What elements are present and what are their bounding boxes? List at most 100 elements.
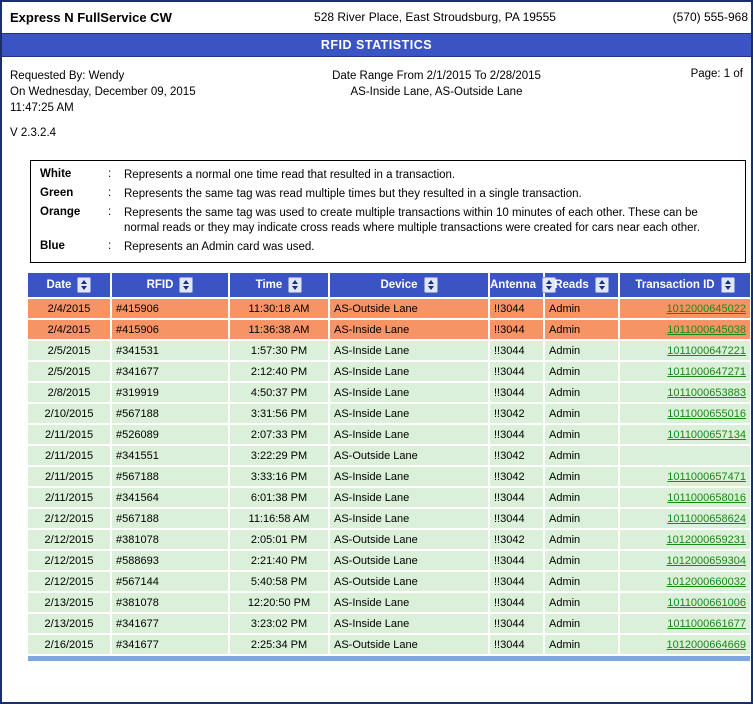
cell-antenna: !!3044 — [489, 424, 544, 445]
transaction-link[interactable]: 1011000661006 — [667, 597, 746, 609]
transaction-link[interactable]: 1012000659231 — [666, 534, 746, 546]
table-row: 2/11/2015#3415646:01:38 PMAS-Inside Lane… — [27, 487, 751, 508]
sort-up-arrow — [428, 280, 434, 284]
sort-up-arrow — [292, 280, 298, 284]
cell-time: 1:57:30 PM — [229, 340, 329, 361]
cell-date: 2/16/2015 — [27, 634, 111, 655]
transaction-link[interactable]: 1011000657471 — [667, 471, 746, 483]
cell-date: 2/11/2015 — [27, 466, 111, 487]
cell-reads: Admin — [544, 550, 619, 571]
transaction-link[interactable]: 1012000659304 — [666, 555, 746, 567]
legend-colon: : — [108, 187, 124, 202]
cell-transaction_id: 1011000661677 — [619, 613, 751, 634]
table-row: 2/11/2015#5260892:07:33 PMAS-Inside Lane… — [27, 424, 751, 445]
legend-text: Represents a normal one time read that r… — [124, 168, 736, 183]
table-row: 2/5/2015#3415311:57:30 PMAS-Inside Lane!… — [27, 340, 751, 361]
cell-transaction_id: 1012000659231 — [619, 529, 751, 550]
date-range: Date Range From 2/1/2015 To 2/28/2015 — [245, 68, 628, 84]
column-header-device[interactable]: Device — [329, 272, 489, 298]
table-row: 2/12/2015#56718811:16:58 AMAS-Inside Lan… — [27, 508, 751, 529]
transaction-link[interactable]: 1011000661677 — [667, 618, 746, 630]
cell-transaction_id: 1011000657471 — [619, 466, 751, 487]
cell-transaction_id: 1012000645022 — [619, 298, 751, 319]
cell-transaction_id — [619, 445, 751, 466]
sort-up-arrow — [81, 280, 87, 284]
column-label: Device — [380, 279, 417, 291]
cell-antenna: !!3044 — [489, 487, 544, 508]
column-header-time[interactable]: Time — [229, 272, 329, 298]
transaction-link[interactable]: 1011000657134 — [667, 429, 746, 441]
range-info: Date Range From 2/1/2015 To 2/28/2015 AS… — [245, 68, 628, 116]
cell-device: AS-Inside Lane — [329, 592, 489, 613]
cell-time: 11:36:38 AM — [229, 319, 329, 340]
transaction-link[interactable]: 1011000658016 — [667, 492, 746, 504]
company-name: Express N FullService CW — [10, 10, 240, 25]
cell-device: AS-Inside Lane — [329, 424, 489, 445]
cell-device: AS-Outside Lane — [329, 529, 489, 550]
cell-time: 6:01:38 PM — [229, 487, 329, 508]
cell-rfid: #341677 — [111, 634, 229, 655]
cell-device: AS-Outside Lane — [329, 298, 489, 319]
transaction-link[interactable]: 1011000647271 — [667, 366, 746, 378]
column-label: RFID — [147, 279, 174, 291]
sort-icon[interactable] — [595, 277, 609, 293]
requested-date: On Wednesday, December 09, 2015 — [10, 84, 245, 100]
transaction-link[interactable]: 1012000660032 — [666, 576, 746, 588]
cell-antenna: !!3044 — [489, 319, 544, 340]
cell-reads: Admin — [544, 403, 619, 424]
cell-date: 2/12/2015 — [27, 571, 111, 592]
transaction-link[interactable]: 1011000653883 — [667, 387, 746, 399]
cell-time: 12:20:50 PM — [229, 592, 329, 613]
requested-by: Requested By: Wendy — [10, 68, 245, 84]
transaction-link[interactable]: 1012000664669 — [666, 639, 746, 651]
cell-antenna: !!3044 — [489, 571, 544, 592]
sort-icon[interactable] — [288, 277, 302, 293]
column-header-rfid[interactable]: RFID — [111, 272, 229, 298]
requested-time: 11:47:25 AM — [10, 100, 245, 116]
cell-antenna: !!3044 — [489, 634, 544, 655]
sort-up-arrow — [183, 280, 189, 284]
lane-list: AS-Inside Lane, AS-Outside Lane — [245, 84, 628, 100]
transaction-link[interactable]: 1011000658624 — [667, 513, 746, 525]
sort-icon[interactable] — [424, 277, 438, 293]
sort-up-arrow — [546, 280, 552, 284]
rfid-statistics-report: Express N FullService CW 528 River Place… — [0, 0, 753, 704]
cell-time: 11:16:58 AM — [229, 508, 329, 529]
cell-antenna: !!3042 — [489, 529, 544, 550]
transaction-link[interactable]: 1012000645022 — [666, 303, 746, 315]
cell-transaction_id: 1011000645038 — [619, 319, 751, 340]
sort-down-arrow — [183, 286, 189, 290]
cell-time: 2:12:40 PM — [229, 361, 329, 382]
cell-rfid: #341551 — [111, 445, 229, 466]
company-phone: (570) 555-968 — [630, 10, 748, 24]
report-title: RFID STATISTICS — [2, 33, 751, 57]
column-header-antenna[interactable]: Antenna — [489, 272, 544, 298]
column-header-reads[interactable]: Reads — [544, 272, 619, 298]
cell-device: AS-Inside Lane — [329, 361, 489, 382]
table-row: 2/4/2015#41590611:36:38 AMAS-Inside Lane… — [27, 319, 751, 340]
sort-down-arrow — [546, 286, 552, 290]
cell-transaction_id: 1011000655016 — [619, 403, 751, 424]
sort-icon[interactable] — [179, 277, 193, 293]
cell-antenna: !!3044 — [489, 340, 544, 361]
cell-reads: Admin — [544, 592, 619, 613]
cell-device: AS-Outside Lane — [329, 571, 489, 592]
transaction-link[interactable]: 1011000645038 — [667, 324, 746, 336]
sort-icon[interactable] — [721, 277, 735, 293]
cell-time: 2:25:34 PM — [229, 634, 329, 655]
legend-label: Orange — [40, 206, 108, 236]
table-row: 2/12/2015#3810782:05:01 PMAS-Outside Lan… — [27, 529, 751, 550]
legend-colon: : — [108, 206, 124, 236]
partial-table-row — [27, 655, 751, 661]
table-row: 2/13/2015#3416773:23:02 PMAS-Inside Lane… — [27, 613, 751, 634]
cell-time: 4:50:37 PM — [229, 382, 329, 403]
column-header-transaction_id[interactable]: Transaction ID — [619, 272, 751, 298]
cell-transaction_id: 1012000664669 — [619, 634, 751, 655]
sort-icon[interactable] — [77, 277, 91, 293]
partial-row-cell — [27, 655, 751, 661]
legend-label: Green — [40, 187, 108, 202]
transaction-link[interactable]: 1011000655016 — [667, 408, 746, 420]
cell-transaction_id: 1011000653883 — [619, 382, 751, 403]
transaction-link[interactable]: 1011000647221 — [667, 345, 746, 357]
column-header-date[interactable]: Date — [27, 272, 111, 298]
